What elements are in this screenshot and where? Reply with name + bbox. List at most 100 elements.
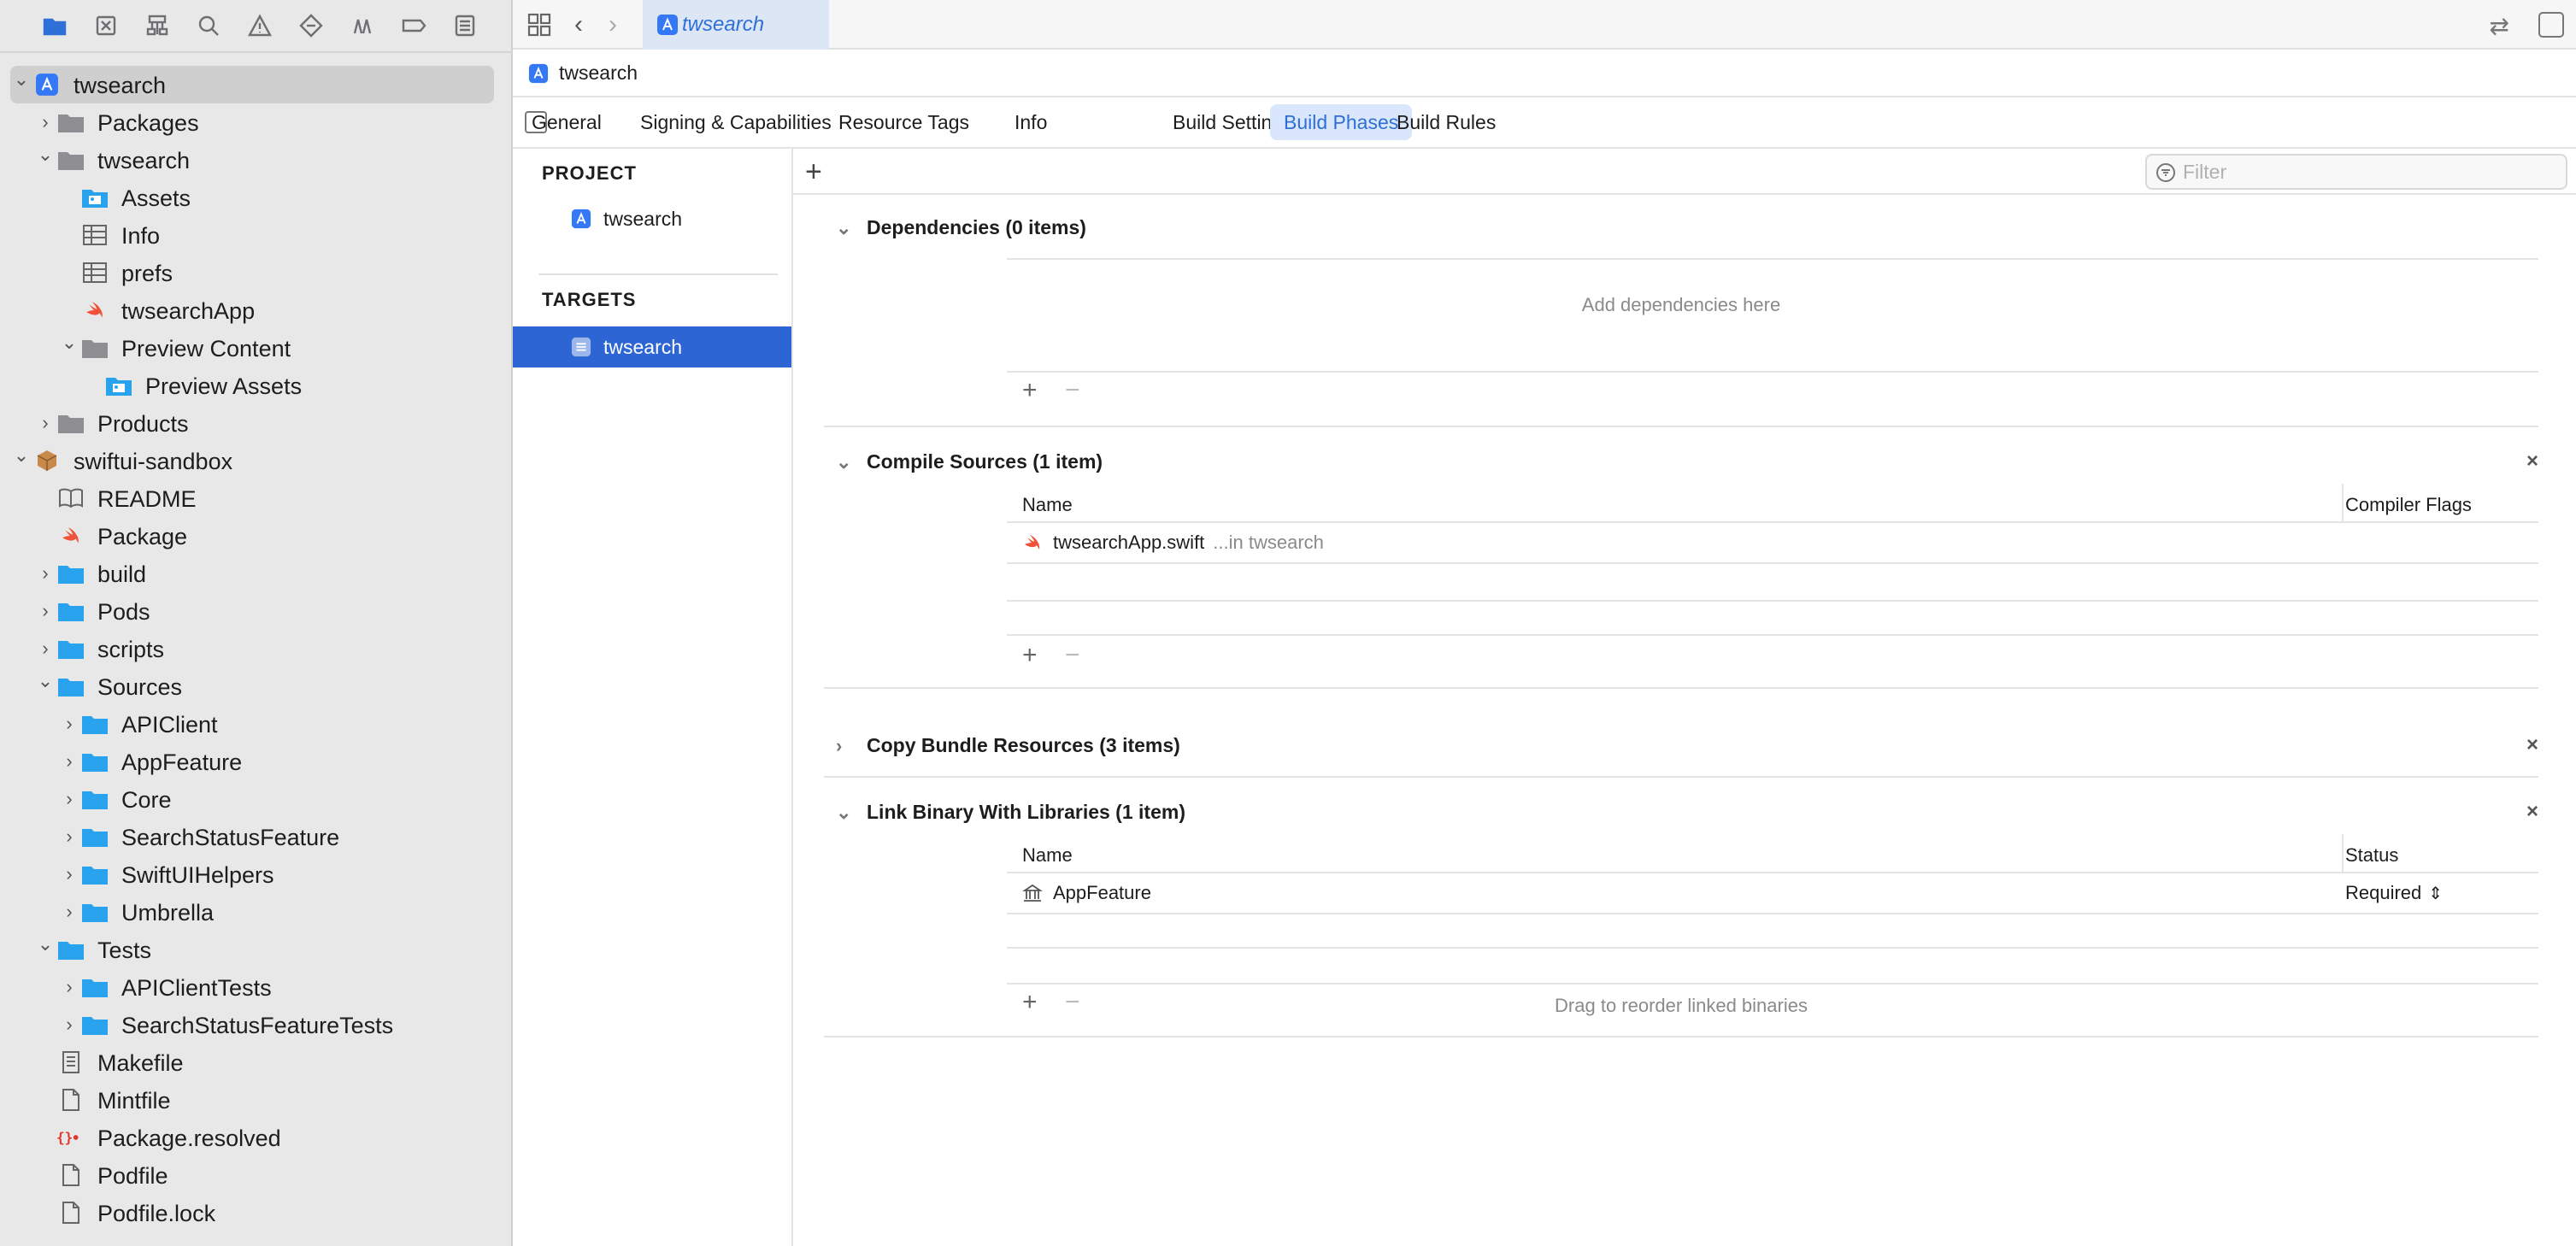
search-icon[interactable] xyxy=(183,0,234,52)
tree-item[interactable]: › scripts xyxy=(10,630,494,667)
tab-build-rules[interactable]: Build Rules xyxy=(1383,104,1509,140)
chevron-down-icon[interactable]: ⌄ xyxy=(37,670,54,691)
close-icon[interactable]: × xyxy=(2526,800,2538,824)
chevron-down-icon[interactable]: ⌄ xyxy=(61,332,78,353)
tree-item[interactable]: Mintfile xyxy=(10,1081,494,1119)
tree-item[interactable]: › SearchStatusFeature xyxy=(10,818,494,855)
chevron-right-icon[interactable]: › xyxy=(61,713,78,734)
chevron-right-icon[interactable]: › xyxy=(61,788,78,809)
add-phase-icon[interactable]: + xyxy=(805,156,822,189)
back-chevron-icon[interactable]: ‹ xyxy=(574,10,583,39)
chevron-right-icon[interactable]: › xyxy=(836,735,842,757)
report-icon[interactable] xyxy=(439,0,491,52)
chevron-down-icon[interactable]: ⌄ xyxy=(836,802,851,824)
chevron-right-icon[interactable]: › xyxy=(37,600,54,621)
add-icon[interactable]: + xyxy=(1022,376,1038,405)
chevron-right-icon[interactable]: › xyxy=(61,976,78,997)
close-icon[interactable]: × xyxy=(2526,733,2538,757)
link-binary-title: Link Binary With Libraries (1 item) xyxy=(867,800,1185,823)
divider xyxy=(824,426,2538,427)
source-control-icon[interactable] xyxy=(80,0,132,52)
tree-item[interactable]: › build xyxy=(10,555,494,592)
tree-item[interactable]: › APIClient xyxy=(10,705,494,743)
add-icon[interactable]: + xyxy=(1022,641,1038,670)
chevron-right-icon[interactable]: › xyxy=(37,111,54,132)
blue-folder-icon xyxy=(56,561,85,586)
tree-item[interactable]: Podfile xyxy=(10,1156,494,1194)
chevron-down-icon[interactable]: ⌄ xyxy=(37,933,54,955)
target-item[interactable]: twsearch xyxy=(513,326,791,367)
tree-item[interactable]: ⌄ twsearch xyxy=(10,141,494,179)
table-row[interactable]: twsearchApp.swift ...in twsearch xyxy=(1022,528,1324,557)
chevron-right-icon[interactable]: › xyxy=(61,750,78,772)
close-icon[interactable]: × xyxy=(2526,450,2538,473)
tree-item[interactable]: › Packages xyxy=(10,103,494,141)
tab-info[interactable]: Info xyxy=(1001,104,1061,140)
tree-item[interactable]: Preview Assets xyxy=(10,367,494,404)
issue-warning-icon[interactable] xyxy=(234,0,285,52)
chevron-right-icon[interactable]: › xyxy=(37,638,54,659)
chevron-down-icon[interactable]: ⌄ xyxy=(13,444,30,466)
tree-item[interactable]: ⌄ Preview Content xyxy=(10,329,494,367)
tree-item[interactable]: ⌄ twsearch xyxy=(10,66,494,103)
debug-icon[interactable] xyxy=(337,0,388,52)
chevron-right-icon[interactable]: › xyxy=(61,826,78,847)
table-row[interactable]: AppFeature xyxy=(1022,879,1151,908)
tree-item[interactable]: › AppFeature xyxy=(10,743,494,780)
tree-item[interactable]: ⌄ Sources xyxy=(10,667,494,705)
dependencies-header[interactable]: ⌄ Dependencies (0 items) xyxy=(824,209,2538,246)
chevron-right-icon[interactable]: › xyxy=(61,901,78,922)
inspector-toggle-icon[interactable] xyxy=(2538,12,2564,38)
filter-field[interactable]: Filter xyxy=(2145,154,2567,190)
link-binary-header[interactable]: ⌄ Link Binary With Libraries (1 item) × xyxy=(824,793,2538,831)
tab-general[interactable]: General xyxy=(518,104,615,140)
tree-item[interactable]: ⌄ swiftui-sandbox xyxy=(10,442,494,479)
tree-item[interactable]: twsearchApp xyxy=(10,291,494,329)
blue-folder-icon xyxy=(80,1012,109,1037)
folder-icon[interactable] xyxy=(29,0,80,52)
chevron-down-icon[interactable]: ⌄ xyxy=(37,144,54,165)
remove-icon[interactable]: − xyxy=(1065,376,1080,405)
tree-item[interactable]: › Products xyxy=(10,404,494,442)
library-name: AppFeature xyxy=(1053,882,1151,903)
swap-arrows-icon[interactable]: ⇄ xyxy=(2490,12,2509,40)
chevron-right-icon[interactable]: › xyxy=(37,562,54,584)
tab-resource-tags[interactable]: Resource Tags xyxy=(825,104,983,140)
tree-item[interactable]: › Pods xyxy=(10,592,494,630)
tree-item[interactable]: › Core xyxy=(10,780,494,818)
tree-item-label: Preview Assets xyxy=(145,373,303,399)
tree-item[interactable]: Package xyxy=(10,517,494,555)
tree-item[interactable]: › APIClientTests xyxy=(10,968,494,1006)
tree-item[interactable]: {} Package.resolved xyxy=(10,1119,494,1156)
tree-item[interactable]: › SearchStatusFeatureTests xyxy=(10,1006,494,1043)
tree-item[interactable]: Assets xyxy=(10,179,494,216)
chevron-right-icon[interactable]: › xyxy=(37,412,54,433)
document-tab[interactable]: twsearch xyxy=(643,0,829,50)
tree-item[interactable]: Makefile xyxy=(10,1043,494,1081)
compile-sources-header[interactable]: ⌄ Compile Sources (1 item) × xyxy=(824,443,2538,480)
breakpoint-icon[interactable] xyxy=(388,0,439,52)
tree-item[interactable]: › Umbrella xyxy=(10,893,494,931)
remove-icon[interactable]: − xyxy=(1065,641,1080,670)
source-file-location: ...in twsearch xyxy=(1213,532,1324,553)
tree-item[interactable]: Podfile.lock xyxy=(10,1194,494,1231)
tree-item[interactable]: ⌄ Tests xyxy=(10,931,494,968)
test-diamond-icon[interactable] xyxy=(285,0,337,52)
tree-item[interactable]: prefs xyxy=(10,254,494,291)
status-popup[interactable]: Required ⇕ xyxy=(2345,879,2443,908)
hierarchy-icon[interactable] xyxy=(132,0,183,52)
project-item[interactable]: twsearch xyxy=(513,198,791,239)
tab-signing-capabilities[interactable]: Signing & Capabilities xyxy=(626,104,845,140)
chevron-down-icon[interactable]: ⌄ xyxy=(13,68,30,90)
chevron-right-icon[interactable]: › xyxy=(61,863,78,885)
chevron-down-icon[interactable]: ⌄ xyxy=(836,217,851,239)
tree-item[interactable]: README xyxy=(10,479,494,517)
forward-chevron-icon[interactable]: › xyxy=(609,10,617,39)
grid-icon[interactable] xyxy=(526,12,552,38)
tree-item[interactable]: Info xyxy=(10,216,494,254)
copy-bundle-resources-header[interactable]: › Copy Bundle Resources (3 items) × xyxy=(824,726,2538,764)
chevron-down-icon[interactable]: ⌄ xyxy=(836,451,851,473)
chevron-right-icon[interactable]: › xyxy=(61,1014,78,1035)
jump-bar[interactable]: twsearch xyxy=(513,50,2576,97)
tree-item[interactable]: › SwiftUIHelpers xyxy=(10,855,494,893)
